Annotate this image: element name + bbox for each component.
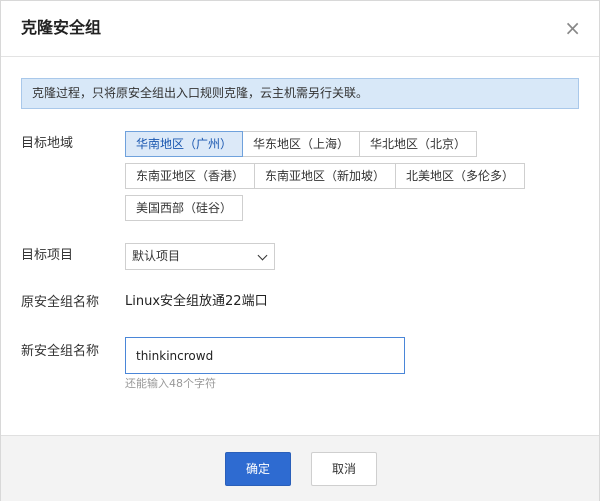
region-option-singapore[interactable]: 东南亚地区（新加坡） [254, 163, 397, 189]
region-row-1: 华南地区（广州） 华东地区（上海） 华北地区（北京） [125, 131, 478, 157]
source-name-label: 原安全组名称 [21, 295, 100, 310]
clone-security-group-dialog: 克隆安全组 × 克隆过程，只将原安全组出入口规则克隆，云主机需另行关联。 目标地… [0, 0, 600, 501]
chevron-down-icon [257, 250, 268, 261]
cancel-button[interactable]: 取消 [311, 452, 377, 486]
new-name-input[interactable] [125, 337, 405, 374]
region-row-3: 美国西部（硅谷） [125, 195, 244, 221]
dialog-title: 克隆安全组 [21, 18, 102, 37]
region-option-hongkong[interactable]: 东南亚地区（香港） [125, 163, 256, 189]
char-count-hint: 还能输入48个字符 [125, 377, 216, 390]
confirm-button[interactable]: 确定 [225, 452, 291, 486]
dialog-footer: 确定 取消 [1, 435, 599, 501]
region-option-silicon-valley[interactable]: 美国西部（硅谷） [125, 195, 244, 221]
dialog-header: 克隆安全组 × [1, 1, 599, 57]
region-option-shanghai[interactable]: 华东地区（上海） [242, 131, 361, 157]
region-row-2: 东南亚地区（香港） 东南亚地区（新加坡） 北美地区（多伦多） [125, 163, 526, 189]
project-select-value: 默认项目 [132, 249, 181, 263]
region-label: 目标地域 [21, 136, 74, 151]
info-notice: 克隆过程，只将原安全组出入口规则克隆，云主机需另行关联。 [21, 78, 579, 109]
region-option-toronto[interactable]: 北美地区（多伦多） [395, 163, 526, 189]
source-name-value: Linux安全组放通22端口 [125, 294, 268, 309]
close-icon[interactable]: × [564, 16, 581, 40]
region-option-guangzhou[interactable]: 华南地区（广州） [125, 131, 244, 157]
project-label: 目标项目 [21, 248, 74, 263]
project-select[interactable]: 默认项目 [125, 243, 275, 270]
region-option-beijing[interactable]: 华北地区（北京） [359, 131, 478, 157]
new-name-label: 新安全组名称 [21, 344, 100, 359]
